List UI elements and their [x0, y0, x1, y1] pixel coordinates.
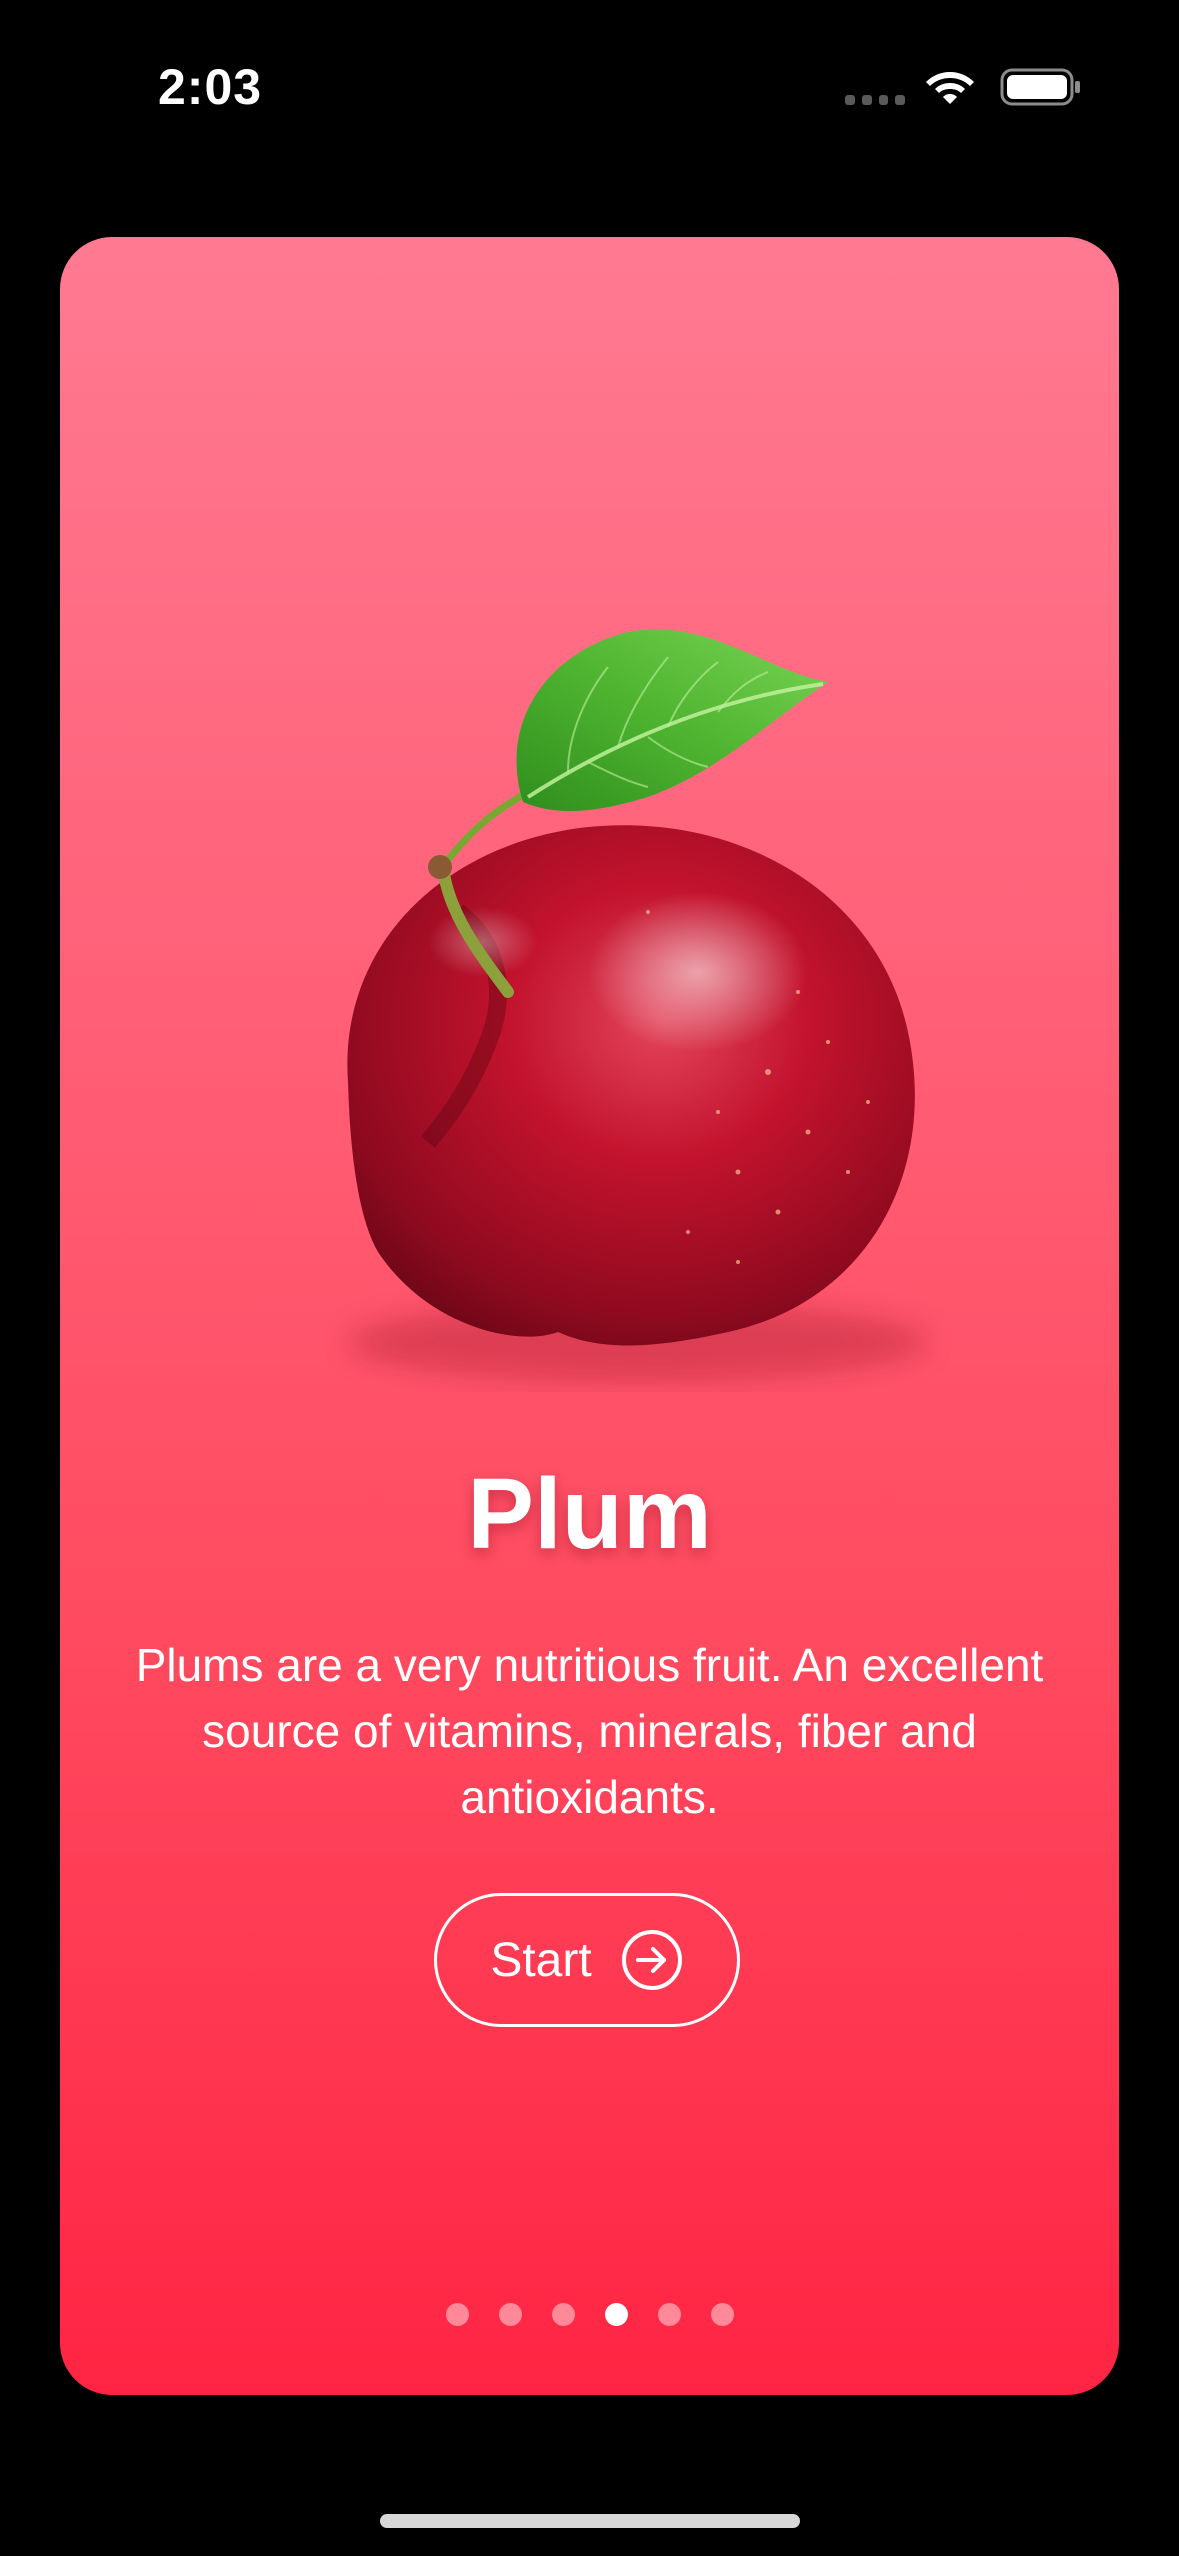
status-bar: 2:03 — [0, 0, 1179, 175]
fruit-title: Plum — [467, 1458, 712, 1570]
start-button-label: Start — [490, 1933, 592, 1987]
page-dot[interactable] — [551, 2303, 575, 2326]
cell-signal-icon — [845, 95, 905, 107]
plum-image — [347, 629, 928, 1382]
page-dot-active[interactable] — [604, 2303, 628, 2326]
page-dot[interactable] — [657, 2303, 681, 2326]
page-indicator[interactable] — [60, 2303, 1119, 2326]
fruit-card: Plum Plums are a very nutritious fruit. … — [60, 237, 1119, 2395]
page-dot[interactable] — [445, 2303, 469, 2326]
fruit-description: Plums are a very nutritious fruit. An ex… — [135, 1639, 1044, 1823]
page-dot[interactable] — [498, 2303, 522, 2326]
start-button[interactable]: Start — [434, 1893, 740, 2027]
arrow-right-circle-icon — [621, 1930, 682, 1990]
status-time: 2:03 — [158, 59, 263, 115]
home-indicator[interactable] — [380, 2514, 800, 2528]
battery-icon — [1000, 68, 1080, 106]
page-dot[interactable] — [710, 2303, 734, 2326]
wifi-icon — [926, 72, 974, 104]
